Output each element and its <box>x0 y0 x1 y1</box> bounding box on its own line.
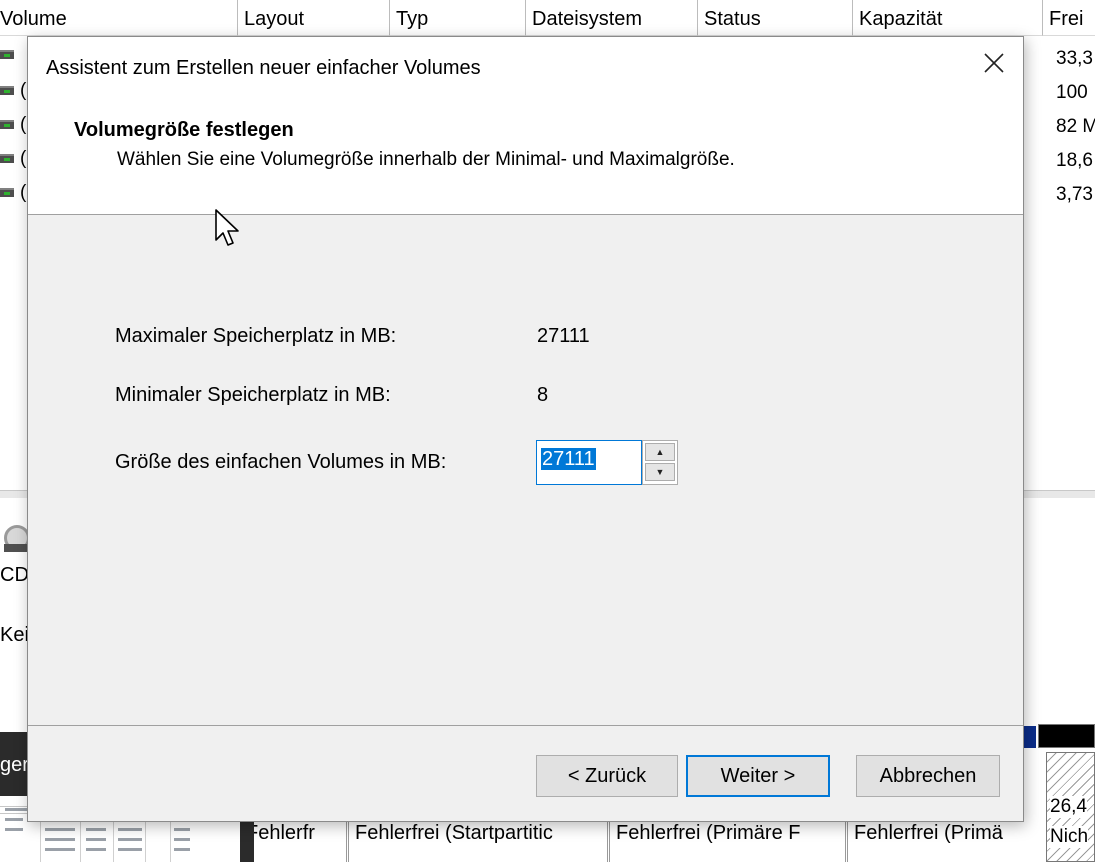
cancel-button[interactable]: Abbrechen <box>856 755 1000 797</box>
volume-name-fragment: ( <box>20 80 27 101</box>
volume-drive-icon <box>0 120 14 129</box>
column-header-layout[interactable]: Layout <box>238 0 390 36</box>
volume-name-fragment: ( <box>20 182 27 203</box>
volume-size-label: Größe des einfachen Volumes in MB: <box>115 451 447 473</box>
volume-drive-icon <box>0 154 14 163</box>
back-button[interactable]: < Zurück <box>536 755 678 797</box>
dialog-title: Assistent zum Erstellen neuer einfacher … <box>46 57 481 79</box>
disk-label-kein: Kei <box>0 624 29 646</box>
spin-down-icon[interactable]: ▼ <box>645 463 675 481</box>
column-header-free[interactable]: Frei <box>1043 0 1095 36</box>
volume-size-input-value: 27111 <box>541 448 596 470</box>
unallocated-status: Nich <box>1050 826 1089 848</box>
free-space-cell: 33,3 <box>1056 48 1093 69</box>
volume-drive-icon <box>0 86 14 95</box>
max-space-value: 27111 <box>537 325 590 347</box>
partition-bar-primary <box>1024 726 1036 748</box>
disk-label-cd: CD <box>0 564 29 586</box>
next-button[interactable]: Weiter > <box>686 755 830 797</box>
column-header-type[interactable]: Typ <box>390 0 526 36</box>
column-header-filesystem[interactable]: Dateisystem <box>526 0 698 36</box>
volume-name-fragment: ( <box>20 148 27 169</box>
volume-size-stepper: ▲ ▼ <box>642 440 678 485</box>
close-icon[interactable] <box>978 47 1010 79</box>
partition-bar-unallocated <box>1038 724 1095 748</box>
max-space-label: Maximaler Speicherplatz in MB: <box>115 325 397 347</box>
wizard-step-heading: Volumegröße festlegen <box>74 119 294 141</box>
mouse-cursor-icon <box>215 209 239 246</box>
wizard-header: Assistent zum Erstellen neuer einfacher … <box>28 37 1023 215</box>
volume-name-fragment: ( <box>20 114 27 135</box>
volume-drive-icon <box>0 188 14 197</box>
free-space-cell: 82 M <box>1056 116 1095 137</box>
volume-drive-icon <box>0 50 14 59</box>
column-header-volume[interactable]: Volume <box>0 0 238 36</box>
volume-size-input[interactable]: 27111 <box>536 440 642 485</box>
button-area-separator <box>28 725 1023 726</box>
min-space-value: 8 <box>537 384 549 406</box>
unallocated-size: 26,4 <box>1050 796 1087 818</box>
cd-drive-icon-base <box>4 544 28 552</box>
min-space-label: Minimaler Speicherplatz in MB: <box>115 384 391 406</box>
volume-list-header: Volume Layout Typ Dateisystem Status Kap… <box>0 0 1095 36</box>
wizard-step-description: Wählen Sie eine Volumegröße innerhalb de… <box>117 149 735 170</box>
column-header-capacity[interactable]: Kapazität <box>853 0 1043 36</box>
free-space-cell: 18,6 <box>1056 150 1093 171</box>
free-space-cell: 100 <box>1056 82 1088 103</box>
column-header-status[interactable]: Status <box>698 0 853 36</box>
spin-up-icon[interactable]: ▲ <box>645 443 675 461</box>
free-space-cell: 3,73 <box>1056 184 1093 205</box>
new-simple-volume-wizard-dialog: Assistent zum Erstellen neuer einfacher … <box>27 36 1024 822</box>
